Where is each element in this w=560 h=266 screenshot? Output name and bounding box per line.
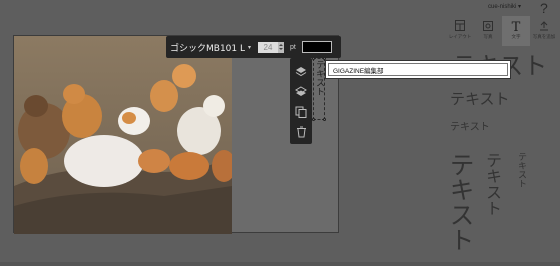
font-color-swatch[interactable] <box>301 41 332 53</box>
font-select[interactable]: ゴシックMB101 L <box>170 41 245 54</box>
chevron-down-icon[interactable]: ▾ <box>248 44 258 51</box>
send-backward-icon[interactable] <box>293 83 309 101</box>
resize-handle[interactable] <box>323 118 326 121</box>
upload-icon <box>539 19 549 32</box>
svg-text:T: T <box>512 20 521 32</box>
resize-handle[interactable] <box>312 118 315 121</box>
help-icon[interactable]: ? <box>540 0 548 16</box>
bring-forward-icon[interactable] <box>293 63 309 81</box>
font-size-input[interactable]: 24 <box>258 41 278 53</box>
tab-photo[interactable]: 写真 <box>474 16 502 46</box>
photo-icon <box>483 19 493 32</box>
tab-text-label: 文字 <box>511 34 521 39</box>
tab-add-photo-label: 写真を追加 <box>532 34 556 39</box>
object-toolbar <box>290 58 312 144</box>
font-size-unit: pt <box>290 43 296 51</box>
text-sample-vertical-small[interactable]: テキスト <box>516 152 526 188</box>
font-size-stepper[interactable] <box>278 41 284 53</box>
bottom-edge <box>0 262 560 266</box>
tab-add-photo[interactable]: 写真を追加 <box>530 16 558 46</box>
trash-icon[interactable] <box>293 123 309 141</box>
text-content-input[interactable] <box>328 63 508 76</box>
text-icon: T <box>510 19 522 32</box>
user-menu[interactable]: cue-nishiki ▾ <box>488 3 521 10</box>
font-toolbar: ゴシックMB101 L ▾ 24 pt <box>166 36 341 58</box>
duplicate-icon[interactable] <box>293 103 309 121</box>
tool-tabs: レイアウト 写真 T 文字 写真を追加 <box>446 16 560 46</box>
tab-text[interactable]: T 文字 <box>502 16 530 46</box>
canvas-vertical-text[interactable]: テキスト <box>314 60 324 96</box>
tab-layout-label: レイアウト <box>448 34 472 39</box>
tab-layout[interactable]: レイアウト <box>446 16 474 46</box>
app-window: cue-nishiki ▾ ? レイアウト 写真 T 文字 写真を追加 テキスト… <box>0 0 560 266</box>
text-input-popup <box>325 60 511 79</box>
text-sample-vertical-medium[interactable]: テキスト <box>483 152 502 216</box>
tab-photo-label: 写真 <box>483 34 493 39</box>
text-sample-vertical-large[interactable]: テキスト <box>446 152 475 252</box>
cats-photo[interactable] <box>14 36 232 234</box>
text-sample-small[interactable]: テキスト <box>450 123 490 133</box>
text-style-panel: テキスト テキスト テキスト テキスト テキスト テキスト <box>440 48 560 266</box>
layout-icon <box>455 19 465 32</box>
text-sample-medium[interactable]: テキスト <box>450 92 510 107</box>
